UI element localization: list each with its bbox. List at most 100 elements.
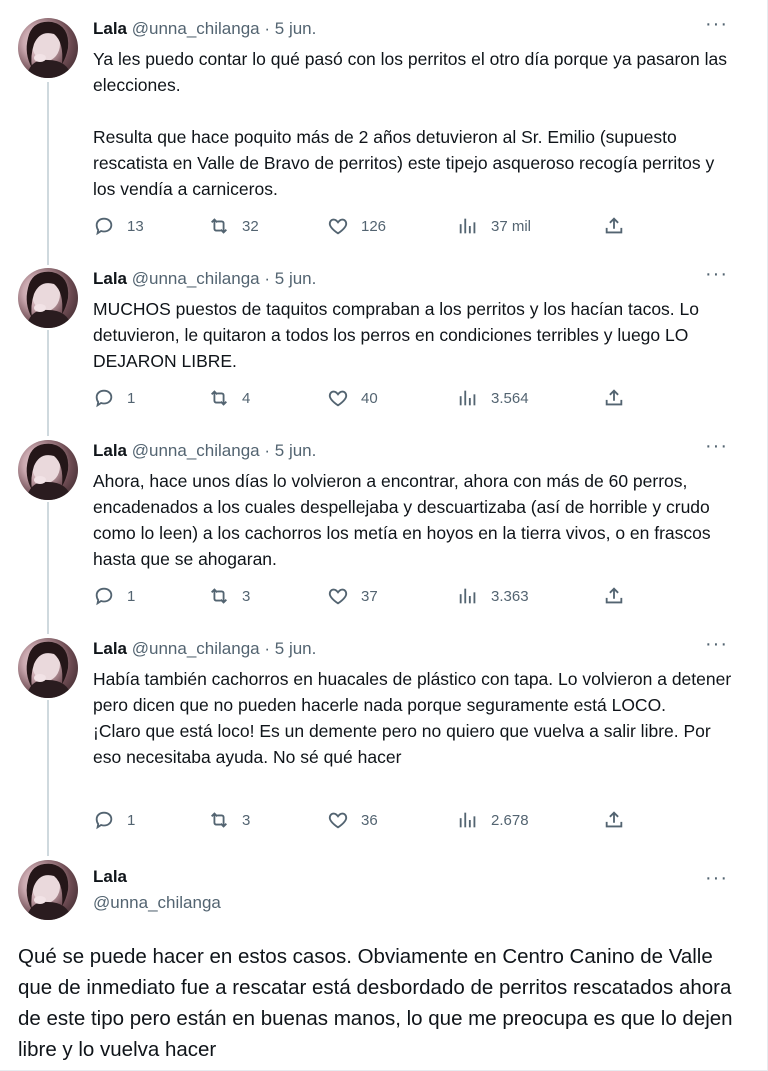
share-button[interactable]: [603, 584, 637, 608]
author-name[interactable]: Lala: [93, 269, 127, 288]
reply-icon: [95, 587, 113, 606]
tweet-header: Lala @unna_chilanga · 5 jun.: [93, 440, 316, 462]
author-handle[interactable]: @unna_chilanga: [132, 19, 260, 38]
tweet[interactable]: Lala @unna_chilanga · 5 jun. ··· Ya les …: [0, 0, 746, 250]
like-count: 37: [361, 587, 378, 605]
retweet-icon: [211, 390, 227, 406]
more-options-icon[interactable]: ···: [705, 634, 728, 654]
share-icon: [605, 217, 623, 234]
share-button[interactable]: [603, 214, 637, 238]
reply-icon: [95, 811, 113, 830]
views-button[interactable]: 3.363: [457, 584, 529, 608]
avatar[interactable]: [18, 860, 78, 920]
retweet-button[interactable]: 3: [208, 584, 250, 608]
reply-button[interactable]: 1: [93, 808, 135, 832]
heart-icon: [328, 390, 348, 407]
more-options-icon[interactable]: ···: [705, 868, 728, 888]
share-button[interactable]: [603, 808, 637, 832]
view-count: 3.564: [491, 389, 529, 407]
retweet-icon: [211, 812, 227, 828]
heart-icon: [328, 812, 348, 829]
retweet-count: 32: [242, 217, 259, 235]
separator-dot: ·: [264, 441, 271, 460]
tweet[interactable]: Lala @unna_chilanga · 5 jun. ··· Había t…: [0, 620, 746, 846]
view-count: 37 mil: [491, 217, 532, 235]
avatar[interactable]: [18, 18, 78, 78]
share-icon: [605, 811, 623, 828]
tweet-date[interactable]: 5 jun.: [275, 269, 317, 288]
like-count: 126: [361, 217, 387, 235]
separator-dot: ·: [264, 639, 271, 658]
view-count: 3.363: [491, 587, 529, 605]
author-name[interactable]: Lala: [93, 19, 127, 38]
retweet-icon: [211, 218, 227, 234]
author-handle[interactable]: @unna_chilanga: [93, 893, 221, 913]
retweet-count: 3: [242, 587, 251, 605]
tweet-text: Ya les puedo contar lo qué pasó con los …: [93, 49, 727, 199]
author-name[interactable]: Lala: [93, 867, 127, 887]
share-icon: [605, 587, 623, 604]
retweet-button[interactable]: 32: [208, 214, 259, 238]
tweet-header: Lala @unna_chilanga · 5 jun.: [93, 18, 316, 40]
reply-count: 1: [127, 587, 136, 605]
like-count: 36: [361, 811, 378, 829]
tweet-thread: Lala @unna_chilanga · 5 jun. ··· Ya les …: [0, 0, 768, 1071]
more-options-icon[interactable]: ···: [705, 14, 728, 34]
tweet-actions: 1 3 37 3.363: [93, 584, 633, 608]
views-button[interactable]: 2.678: [457, 808, 529, 832]
views-icon: [459, 588, 476, 604]
tweet[interactable]: Lala @unna_chilanga · 5 jun. ··· Ahora, …: [0, 422, 746, 620]
retweet-count: 3: [242, 811, 251, 829]
more-options-icon[interactable]: ···: [705, 436, 728, 456]
avatar[interactable]: [18, 268, 78, 328]
tweet-date[interactable]: 5 jun.: [275, 19, 317, 38]
heart-icon: [328, 588, 348, 605]
views-icon: [459, 812, 476, 828]
reply-icon: [95, 217, 113, 236]
reply-button[interactable]: 1: [93, 584, 135, 608]
author-name[interactable]: Lala: [93, 441, 127, 460]
like-count: 40: [361, 389, 378, 407]
author-handle[interactable]: @unna_chilanga: [132, 269, 260, 288]
avatar[interactable]: [18, 440, 78, 500]
views-icon: [459, 218, 476, 234]
tweet[interactable]: Lala @unna_chilanga · 5 jun. ··· MUCHOS …: [0, 250, 746, 422]
avatar[interactable]: [18, 638, 78, 698]
tweet-actions: 1 3 36 2.678: [93, 808, 633, 832]
share-button[interactable]: [603, 386, 637, 410]
retweet-icon: [211, 588, 227, 604]
reply-count: 1: [127, 389, 136, 407]
tweet-text: Ahora, hace unos días lo volvieron a enc…: [93, 471, 716, 569]
tweet-text: MUCHOS puestos de taquitos compraban a l…: [93, 299, 704, 371]
like-button[interactable]: 36: [327, 808, 378, 832]
author-name[interactable]: Lala: [93, 639, 127, 658]
like-button[interactable]: 40: [327, 386, 378, 410]
main-tweet-text: Qué se puede hacer en estos casos. Obvia…: [18, 945, 739, 1061]
heart-icon: [328, 218, 348, 235]
tweet-date[interactable]: 5 jun.: [275, 639, 317, 658]
tweet-actions: 13 32 126 37 mil: [93, 214, 633, 238]
tweet-header: Lala @unna_chilanga · 5 jun.: [93, 268, 316, 290]
more-options-icon[interactable]: ···: [705, 264, 728, 284]
retweet-button[interactable]: 3: [208, 808, 250, 832]
tweet-date[interactable]: 5 jun.: [275, 441, 317, 460]
retweet-count: 4: [242, 389, 251, 407]
retweet-button[interactable]: 4: [208, 386, 250, 410]
like-button[interactable]: 126: [327, 214, 386, 238]
author-handle[interactable]: @unna_chilanga: [132, 441, 260, 460]
separator-dot: ·: [264, 269, 271, 288]
views-button[interactable]: 37 mil: [457, 214, 531, 238]
reply-button[interactable]: 13: [93, 214, 144, 238]
reply-count: 1: [127, 811, 136, 829]
views-button[interactable]: 3.564: [457, 386, 529, 410]
views-icon: [459, 390, 476, 406]
separator-dot: ·: [264, 19, 271, 38]
like-button[interactable]: 37: [327, 584, 378, 608]
reply-icon: [95, 389, 113, 408]
share-icon: [605, 389, 623, 406]
author-handle[interactable]: @unna_chilanga: [132, 639, 260, 658]
reply-button[interactable]: 1: [93, 386, 135, 410]
view-count: 2.678: [491, 811, 529, 829]
tweet-actions: 1 4 40 3.564: [93, 386, 633, 410]
tweet-header: Lala @unna_chilanga · 5 jun.: [93, 638, 316, 660]
